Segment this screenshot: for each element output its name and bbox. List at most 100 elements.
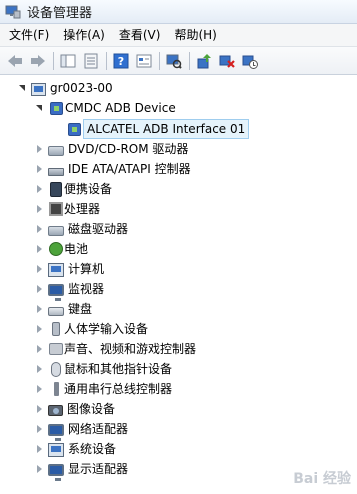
disable-icon <box>242 55 258 69</box>
scan-hardware-button[interactable] <box>163 50 185 72</box>
show-hide-console-button[interactable] <box>57 50 79 72</box>
tree-item-usb[interactable]: 通用串行总线控制器 <box>35 379 172 399</box>
view-icon <box>136 54 152 67</box>
tree-item-network[interactable]: 网络适配器 <box>35 419 128 441</box>
device-tree: gr0023-00 CMDC ADB Device ALCATEL ADB In… <box>0 76 357 494</box>
watermark: Bai 经验 <box>293 471 351 487</box>
collapse-arrow-icon[interactable] <box>35 103 45 113</box>
expand-arrow-icon[interactable] <box>35 444 45 454</box>
scan-icon <box>166 54 182 69</box>
uninstall-icon <box>219 55 235 68</box>
expand-arrow-icon[interactable] <box>35 164 45 174</box>
tree-item-label: 计算机 <box>68 262 105 276</box>
mouse-icon <box>51 361 61 377</box>
tree-item-cmdc[interactable]: CMDC ADB Device <box>35 98 176 118</box>
forward-button[interactable] <box>27 50 49 72</box>
tree-root-label: gr0023-00 <box>50 81 113 95</box>
usb-icon <box>54 382 59 396</box>
expand-arrow-icon[interactable] <box>35 144 45 154</box>
properties-icon <box>84 53 98 68</box>
expand-arrow-icon[interactable] <box>35 244 45 254</box>
uninstall-button[interactable] <box>216 50 238 72</box>
tree-item-label: DVD/CD-ROM 驱动器 <box>68 142 189 156</box>
tree-item-keyboard[interactable]: 键盘 <box>35 299 92 319</box>
expand-arrow-icon[interactable] <box>35 284 45 294</box>
tree-item-ide[interactable]: IDE ATA/ATAPI 控制器 <box>35 159 191 179</box>
tree-item-alcatel[interactable]: ALCATEL ADB Interface 01 <box>66 119 250 139</box>
tree-item-label: 便携设备 <box>64 182 113 196</box>
tree-item-label: 显示适配器 <box>68 462 129 476</box>
expand-arrow-icon[interactable] <box>35 464 45 474</box>
tree-item-label: 监视器 <box>68 282 105 296</box>
update-driver-icon <box>197 53 211 68</box>
toolbar-separator <box>159 51 160 70</box>
expand-arrow-icon[interactable] <box>35 264 45 274</box>
device-manager-icon <box>5 5 21 19</box>
network-adapter-icon <box>48 423 64 441</box>
tree-item-mouse[interactable]: 鼠标和其他指针设备 <box>35 359 172 379</box>
expand-arrow-icon[interactable] <box>35 404 45 414</box>
expand-arrow-icon[interactable] <box>35 184 45 194</box>
expand-arrow-icon[interactable] <box>35 204 45 214</box>
svg-text:?: ? <box>118 55 124 68</box>
tree-item-monitor[interactable]: 监视器 <box>35 279 105 301</box>
portable-device-icon <box>50 181 62 197</box>
computer-icon <box>31 82 46 96</box>
tree-item-dvd[interactable]: DVD/CD-ROM 驱动器 <box>35 139 188 159</box>
tree-root[interactable]: gr0023-00 <box>18 78 113 98</box>
tree-item-label: 通用串行总线控制器 <box>64 382 173 396</box>
tree-item-system[interactable]: 系统设备 <box>35 439 116 459</box>
tree-item-label: IDE ATA/ATAPI 控制器 <box>68 162 191 176</box>
tree-item-imaging[interactable]: 图像设备 <box>35 399 115 419</box>
system-device-icon <box>48 442 64 457</box>
collapse-arrow-icon[interactable] <box>18 83 28 93</box>
tree-item-computer[interactable]: 计算机 <box>35 259 104 279</box>
expand-arrow-icon[interactable] <box>35 324 45 334</box>
expand-arrow-icon[interactable] <box>35 424 45 434</box>
help-button[interactable]: ? <box>110 50 132 72</box>
display-adapter-icon <box>48 463 64 481</box>
properties-button[interactable] <box>80 50 102 72</box>
tree-item-label: 声音、视频和游戏控制器 <box>64 342 197 356</box>
adb-interface-icon <box>68 122 81 136</box>
toolbar-separator <box>106 51 107 70</box>
monitor-icon <box>48 283 64 301</box>
tree-item-disk[interactable]: 磁盘驱动器 <box>35 219 128 239</box>
expand-arrow-icon[interactable] <box>35 344 45 354</box>
view-button[interactable] <box>133 50 155 72</box>
console-tree-icon <box>60 54 76 67</box>
tree-item-sound[interactable]: 声音、视频和游戏控制器 <box>35 339 196 359</box>
toolbar-separator <box>53 51 54 70</box>
toolbar-separator <box>189 51 190 70</box>
tree-item-label: CMDC ADB Device <box>65 101 176 115</box>
menu-help[interactable]: 帮助(H) <box>167 25 223 45</box>
expand-arrow-icon[interactable] <box>35 364 45 374</box>
tree-item-label: 鼠标和其他指针设备 <box>64 362 173 376</box>
menu-view[interactable]: 查看(V) <box>112 25 168 45</box>
tree-item-battery[interactable]: 电池 <box>35 239 88 259</box>
forward-icon <box>31 54 45 67</box>
menu-action[interactable]: 操作(A) <box>56 25 112 45</box>
hid-icon <box>52 322 60 336</box>
disable-button[interactable] <box>239 50 261 72</box>
expand-arrow-icon[interactable] <box>35 384 45 394</box>
computer-icon <box>48 262 64 277</box>
tree-item-label: 图像设备 <box>67 402 116 416</box>
tree-item-hid[interactable]: 人体学输入设备 <box>35 319 148 339</box>
tree-item-display[interactable]: 显示适配器 <box>35 459 129 481</box>
camera-icon <box>48 405 63 416</box>
tree-item-label: 处理器 <box>64 202 101 216</box>
tree-item-portable[interactable]: 便携设备 <box>35 179 112 199</box>
adb-device-icon <box>50 101 63 115</box>
expand-arrow-icon[interactable] <box>35 224 45 234</box>
dvd-drive-icon <box>48 145 64 156</box>
back-button[interactable] <box>4 50 26 72</box>
update-driver-button[interactable] <box>193 50 215 72</box>
tree-item-processor[interactable]: 处理器 <box>35 199 100 219</box>
expand-arrow-icon[interactable] <box>35 304 45 314</box>
ide-controller-icon <box>48 167 64 176</box>
window-title: 设备管理器 <box>27 6 93 21</box>
menu-file[interactable]: 文件(F) <box>2 25 56 45</box>
back-icon <box>8 54 22 67</box>
menu-bar: 文件(F) 操作(A) 查看(V) 帮助(H) <box>0 24 357 47</box>
